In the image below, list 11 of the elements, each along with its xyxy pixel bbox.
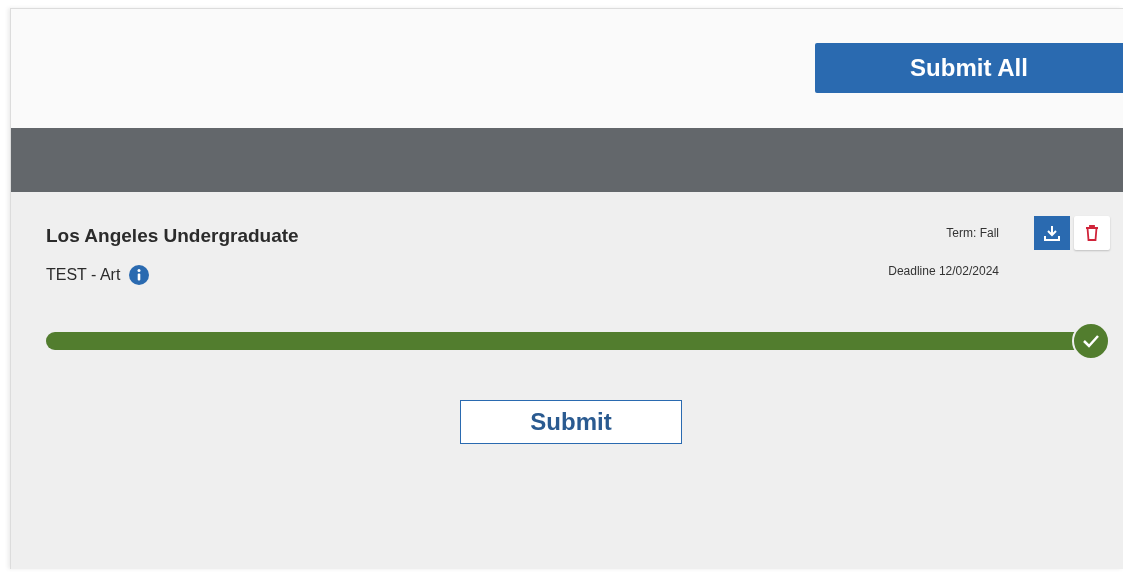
- submit-button[interactable]: Submit: [460, 399, 682, 444]
- download-button[interactable]: [1034, 216, 1070, 250]
- term-label: Term: Fall: [946, 225, 999, 242]
- submit-all-button[interactable]: Submit All: [815, 43, 1123, 93]
- deadline-label: Deadline 12/02/2024: [888, 263, 999, 280]
- program-name: TEST - Art: [46, 264, 121, 285]
- download-icon: [1043, 224, 1061, 242]
- application-title: Los Angeles Undergraduate: [46, 224, 299, 248]
- delete-button[interactable]: [1074, 216, 1110, 250]
- info-icon[interactable]: [129, 264, 150, 285]
- trash-icon: [1085, 225, 1099, 241]
